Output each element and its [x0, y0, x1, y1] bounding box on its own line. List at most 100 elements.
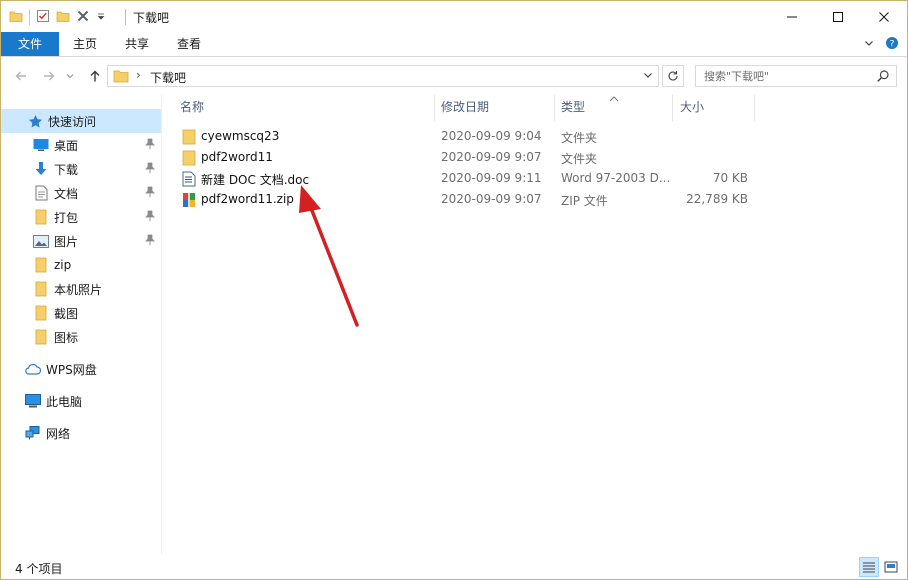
- column-header-name[interactable]: 名称: [180, 95, 204, 121]
- pin-icon[interactable]: [145, 210, 155, 225]
- properties-icon[interactable]: [36, 9, 50, 26]
- file-row-pdf2word11-zip[interactable]: pdf2word11.zip 2020-09-09 9:07 ZIP 文件 22…: [174, 190, 764, 211]
- folder-icon: [33, 329, 49, 345]
- window-title: 下载吧: [133, 11, 170, 25]
- file-type: ZIP 文件: [561, 194, 608, 208]
- sidebar-item-documents[interactable]: 文档: [1, 181, 161, 205]
- pin-icon[interactable]: [145, 138, 155, 153]
- folder-icon: [33, 257, 49, 273]
- column-divider[interactable]: [672, 95, 673, 121]
- search-icon[interactable]: [876, 69, 890, 86]
- breadcrumb-current[interactable]: 下载吧: [150, 69, 186, 86]
- sidebar-item-quick-access[interactable]: 快速访问: [1, 109, 161, 133]
- tab-share[interactable]: 共享: [111, 32, 163, 56]
- sidebar-item-label: 截图: [54, 306, 79, 321]
- desktop-icon: [33, 137, 49, 153]
- tab-view[interactable]: 查看: [163, 32, 215, 56]
- sidebar-item-label: 网络: [46, 426, 71, 441]
- large-icons-view-button[interactable]: [881, 557, 901, 577]
- folder-icon: [33, 305, 49, 321]
- back-button[interactable]: [11, 66, 31, 86]
- customize-dropdown-icon[interactable]: [96, 10, 106, 24]
- maximize-icon: [833, 11, 843, 22]
- back-arrow-icon: [15, 71, 26, 81]
- file-name: cyewmscq23: [201, 129, 280, 143]
- file-row-pdf2word11[interactable]: pdf2word11 2020-09-09 9:07 文件夹: [174, 148, 764, 169]
- recent-locations-button[interactable]: [63, 66, 77, 86]
- forward-button[interactable]: [39, 66, 59, 86]
- file-date: 2020-09-09 9:11: [441, 171, 542, 185]
- file-date: 2020-09-09 9:07: [441, 192, 542, 206]
- file-name: pdf2word11: [201, 150, 273, 164]
- large-icons-view-icon: [884, 561, 898, 573]
- column-header-date[interactable]: 修改日期: [441, 95, 489, 121]
- sidebar-item-desktop[interactable]: 桌面: [1, 133, 161, 157]
- search-box[interactable]: [695, 65, 897, 87]
- file-row-cyewmscq23[interactable]: cyewmscq23 2020-09-09 9:04 文件夹: [174, 127, 764, 148]
- delete-icon[interactable]: [76, 9, 90, 26]
- sort-ascending-icon: [609, 92, 619, 106]
- refresh-button[interactable]: [662, 65, 684, 87]
- computer-icon: [25, 393, 41, 409]
- address-bar[interactable]: › 下载吧: [107, 65, 659, 87]
- minimize-icon: [787, 16, 797, 17]
- column-divider[interactable]: [554, 95, 555, 121]
- sidebar-item-label: 打包: [54, 210, 79, 225]
- file-date: 2020-09-09 9:04: [441, 129, 542, 143]
- new-folder-icon[interactable]: [56, 9, 70, 26]
- red-arrow-annotation: [299, 185, 359, 327]
- minimize-button[interactable]: [769, 1, 815, 32]
- sidebar-item-this-pc[interactable]: 此电脑: [1, 389, 161, 413]
- help-icon[interactable]: ?: [885, 36, 899, 53]
- folder-icon: [33, 281, 49, 297]
- sidebar-item-pictures[interactable]: 图片: [1, 229, 161, 253]
- details-view-icon: [863, 562, 875, 573]
- pin-icon[interactable]: [145, 162, 155, 177]
- details-view-button[interactable]: [859, 557, 879, 577]
- sidebar-item-screenshots[interactable]: 截图: [1, 301, 161, 325]
- sidebar-item-label: 图片: [54, 234, 79, 249]
- file-size: 70 KB: [712, 171, 748, 185]
- sidebar-item-label: WPS网盘: [46, 362, 97, 377]
- up-button[interactable]: [85, 66, 105, 86]
- pin-icon[interactable]: [145, 234, 155, 249]
- explorer-window: 下载吧 文件 主页 共享 查看 ? › 下载吧 搜索"下载吧" 快速访问 桌面 …: [0, 0, 908, 580]
- column-divider[interactable]: [754, 95, 755, 121]
- folder-icon: [33, 209, 49, 225]
- address-dropdown-icon[interactable]: [642, 69, 654, 84]
- network-icon: [25, 425, 41, 441]
- star-icon: [27, 113, 43, 129]
- tab-home[interactable]: 主页: [59, 32, 111, 56]
- word-doc-icon: [182, 171, 196, 190]
- close-button[interactable]: [861, 1, 907, 32]
- sidebar-item-label: 本机照片: [54, 282, 103, 297]
- ribbon-tabs: 文件 主页 共享 查看 ?: [1, 32, 907, 56]
- sidebar-item-label: 文档: [54, 186, 79, 201]
- sidebar-item-label: 快速访问: [48, 114, 97, 129]
- maximize-button[interactable]: [815, 1, 861, 32]
- tab-file[interactable]: 文件: [1, 32, 59, 56]
- sidebar-item-zip[interactable]: zip: [1, 253, 161, 277]
- sidebar-item-dabao[interactable]: 打包: [1, 205, 161, 229]
- breadcrumb-chevron-icon[interactable]: ›: [136, 68, 141, 82]
- file-type: Word 97-2003 D...: [561, 171, 671, 185]
- sidebar-item-label: 图标: [54, 330, 79, 345]
- sidebar-item-label: zip: [54, 258, 72, 272]
- expand-ribbon-icon[interactable]: [863, 37, 875, 52]
- sidebar-item-icons[interactable]: 图标: [1, 325, 161, 349]
- column-header-type[interactable]: 类型: [561, 95, 585, 121]
- file-row-new-doc[interactable]: 新建 DOC 文档.doc 2020-09-09 9:11 Word 97-20…: [174, 169, 764, 190]
- sidebar-item-local-photos[interactable]: 本机照片: [1, 277, 161, 301]
- sidebar-item-wps-drive[interactable]: WPS网盘: [1, 357, 161, 381]
- column-header-size[interactable]: 大小: [680, 95, 704, 121]
- pictures-icon: [33, 233, 49, 249]
- forward-arrow-icon: [44, 71, 55, 81]
- sidebar-item-downloads[interactable]: 下载: [1, 157, 161, 181]
- column-divider[interactable]: [434, 95, 435, 121]
- sidebar-item-network[interactable]: 网络: [1, 421, 161, 445]
- pin-icon[interactable]: [145, 186, 155, 201]
- sidebar-item-label: 桌面: [54, 138, 79, 153]
- search-input[interactable]: [696, 66, 876, 86]
- sidebar-item-label: 下载: [54, 162, 79, 177]
- status-bar: 4 个项目: [1, 555, 907, 579]
